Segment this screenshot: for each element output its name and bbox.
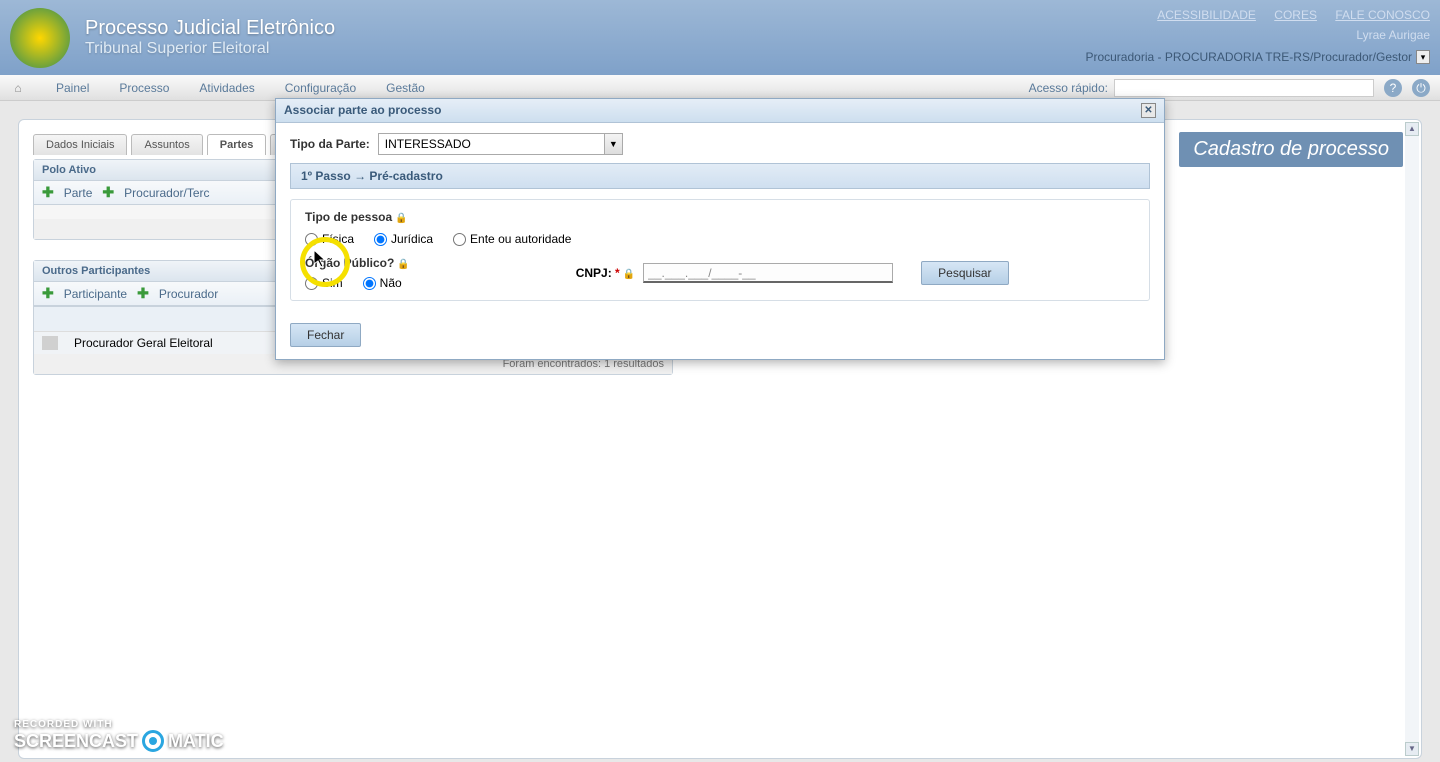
add-procurador-button[interactable]: Procurador — [159, 287, 218, 301]
pre-cadastro-fieldset: Tipo de pessoa🔒 Física Jurídica Ente ou … — [290, 199, 1150, 301]
lock-icon: 🔒 — [395, 213, 407, 224]
radio-nao[interactable]: Não — [363, 276, 402, 290]
step-bar: 1º Passo → Pré-cadastro — [290, 163, 1150, 189]
tab-dados-iniciais[interactable]: Dados Iniciais — [33, 134, 127, 155]
menu-processo[interactable]: Processo — [119, 81, 169, 95]
radio-ente[interactable]: Ente ou autoridade — [453, 232, 571, 246]
fechar-button[interactable]: Fechar — [290, 323, 361, 347]
menu-atividades[interactable]: Atividades — [199, 81, 254, 95]
accessibility-link[interactable]: ACESSIBILIDADE — [1157, 8, 1256, 22]
radio-juridica[interactable]: Jurídica — [374, 232, 433, 246]
plus-icon[interactable]: ✚ — [102, 184, 114, 201]
watermark-o-icon — [142, 730, 164, 752]
add-parte-button[interactable]: Parte — [64, 186, 93, 200]
add-procurador-button[interactable]: Procurador/Terc — [124, 186, 209, 200]
lock-icon: 🔒 — [397, 259, 409, 270]
court-logo — [10, 8, 70, 68]
page-title: Cadastro de processo — [1179, 132, 1403, 167]
user-role: Procuradoria - PROCURADORIA TRE-RS/Procu… — [1085, 50, 1412, 64]
title-block: Processo Judicial Eletrônico Tribunal Su… — [85, 17, 335, 58]
associar-parte-modal: Associar parte ao processo ✕ Tipo da Par… — [275, 98, 1165, 360]
quick-access-label: Acesso rápido: — [1029, 81, 1108, 95]
contact-link[interactable]: FALE CONOSCO — [1335, 8, 1430, 22]
cnpj-label: CNPJ: *🔒 — [576, 266, 635, 280]
chevron-down-icon[interactable]: ▼ — [604, 134, 622, 154]
watermark-line1: RECORDED WITH — [14, 719, 224, 730]
header-right: ACESSIBILIDADE CORES FALE CONOSCO Lyrae … — [1085, 8, 1430, 64]
pesquisar-button[interactable]: Pesquisar — [921, 261, 1008, 285]
modal-title-bar: Associar parte ao processo ✕ — [276, 99, 1164, 123]
role-row: Procuradoria - PROCURADORIA TRE-RS/Procu… — [1085, 50, 1430, 64]
add-participante-button[interactable]: Participante — [64, 287, 127, 301]
plus-icon[interactable]: ✚ — [137, 285, 149, 302]
colors-link[interactable]: CORES — [1274, 8, 1317, 22]
menu-painel[interactable]: Painel — [56, 81, 89, 95]
orgao-label: Órgão Público?🔒 — [305, 256, 416, 270]
radio-sim[interactable]: Sim — [305, 276, 343, 290]
quick-access-input[interactable] — [1114, 79, 1374, 97]
row-icon — [42, 336, 58, 350]
watermark-line2: SCREENCAST MATIC — [14, 730, 224, 752]
lock-icon: 🔒 — [623, 269, 635, 280]
menu-configuracao[interactable]: Configuração — [285, 81, 356, 95]
role-dropdown-icon[interactable]: ▾ — [1416, 50, 1430, 64]
app-title: Processo Judicial Eletrônico — [85, 17, 335, 40]
plus-icon[interactable]: ✚ — [42, 285, 54, 302]
row-participante: Procurador Geral Eleitoral — [74, 336, 213, 350]
orgao-cnpj-row: Órgão Público?🔒 Sim Não CNPJ: *🔒 Pesquis… — [305, 256, 1135, 290]
modal-body: Tipo da Parte: INTERESSADO ▼ 1º Passo → … — [276, 123, 1164, 311]
tipo-pessoa-radios: Física Jurídica Ente ou autoridade — [305, 232, 1135, 246]
orgao-block: Órgão Público?🔒 Sim Não — [305, 256, 416, 290]
radio-fisica[interactable]: Física — [305, 232, 354, 246]
tipo-parte-row: Tipo da Parte: INTERESSADO ▼ — [290, 133, 1150, 155]
app-subtitle: Tribunal Superior Eleitoral — [85, 40, 335, 58]
orgao-radios: Sim Não — [305, 276, 416, 290]
tab-assuntos[interactable]: Assuntos — [131, 134, 202, 155]
screencast-watermark: RECORDED WITH SCREENCAST MATIC — [14, 719, 224, 752]
tipo-parte-select[interactable]: INTERESSADO ▼ — [378, 133, 623, 155]
menu-gestao[interactable]: Gestão — [386, 81, 425, 95]
vertical-scrollbar[interactable]: ▲ ▼ — [1405, 122, 1419, 756]
scroll-track[interactable] — [1405, 136, 1419, 742]
tipo-parte-label: Tipo da Parte: — [290, 137, 370, 151]
modal-title: Associar parte ao processo — [284, 103, 441, 118]
app-header: Processo Judicial Eletrônico Tribunal Su… — [0, 0, 1440, 75]
cnpj-block: CNPJ: *🔒 Pesquisar — [576, 261, 1009, 285]
power-icon[interactable]: ⏻ — [1412, 79, 1430, 97]
tipo-pessoa-label: Tipo de pessoa🔒 — [305, 210, 1135, 224]
plus-icon[interactable]: ✚ — [42, 184, 54, 201]
required-mark: * — [615, 266, 620, 280]
cnpj-input[interactable] — [643, 263, 893, 283]
tab-partes[interactable]: Partes — [207, 134, 267, 155]
home-icon[interactable]: ⌂ — [10, 81, 26, 95]
header-links: ACESSIBILIDADE CORES FALE CONOSCO — [1085, 8, 1430, 22]
user-name: Lyrae Aurigae — [1085, 28, 1430, 42]
scroll-down-icon[interactable]: ▼ — [1405, 742, 1419, 756]
help-icon[interactable]: ? — [1384, 79, 1402, 97]
tipo-parte-value: INTERESSADO — [385, 137, 471, 151]
close-icon[interactable]: ✕ — [1141, 103, 1156, 118]
scroll-up-icon[interactable]: ▲ — [1405, 122, 1419, 136]
